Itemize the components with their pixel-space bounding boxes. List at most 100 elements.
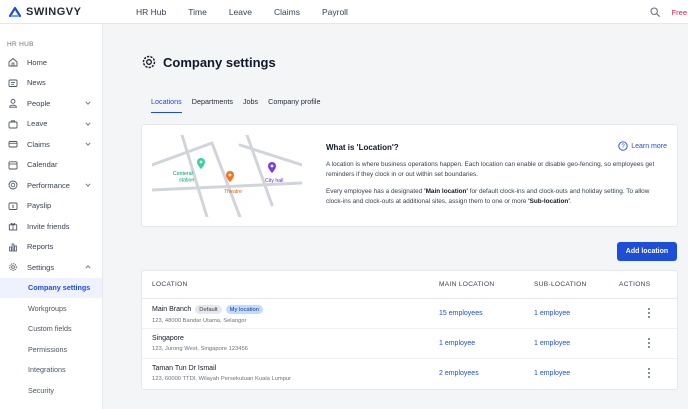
topnav-time[interactable]: Time [188,7,207,17]
map-label-theatre: Theatre [224,189,242,195]
help-circle-icon: ? [618,141,628,151]
sub-location-count-link[interactable]: 1 employee [534,370,570,377]
claims-icon [8,141,18,148]
map-label-cityhall: City hall [265,178,283,184]
sidebar-sub-label: Permissions [28,344,68,354]
search-icon[interactable] [650,7,660,17]
sidebar-sub-label: Workgroups [28,303,67,313]
topnav-claims[interactable]: Claims [274,7,300,17]
sidebar-item-people[interactable]: People [0,93,102,114]
sidebar-item-label: Performance [27,180,70,190]
para2-main-location: 'Main location' [424,188,468,195]
table-header: LOCATION MAIN LOCATION SUB-LOCATION ACTI… [142,271,677,299]
para2-pre: Every employee has a designated [326,188,425,195]
default-badge: Default [195,305,222,314]
briefcase-icon [8,120,18,129]
gift-icon [8,223,18,231]
sidebar-sub-custom-fields[interactable]: Custom fields [0,319,102,340]
map-label-station: Centeral station [173,171,194,184]
add-location-button[interactable]: Add location [617,242,677,261]
main-location-count-link[interactable]: 15 employees [439,310,483,317]
sidebar-sub-workgroups[interactable]: Workgroups [0,298,102,319]
chevron-down-icon[interactable] [85,182,91,188]
more-options-icon[interactable] [645,337,653,349]
more-options-icon[interactable] [645,307,653,319]
sub-location-count-link[interactable]: 1 employee [534,310,570,317]
sidebar-item-settings[interactable]: Settings [0,257,102,278]
topnav-payroll[interactable]: Payroll [322,7,348,17]
location-cell: Main Branch Default My location 123, 480… [152,305,263,324]
sidebar-item-news[interactable]: News [0,73,102,94]
location-info-card: Centeral station Theatre City hall What i… [141,124,678,227]
sidebar-sub-security[interactable]: Security [0,380,102,401]
brand-name: SWINGVY [26,5,82,18]
gear-icon [9,263,17,271]
home-icon [8,58,18,67]
sidebar-item-performance[interactable]: Performance [0,175,102,196]
location-name: Taman Tun Dr Ismail [152,365,217,372]
target-icon [8,180,18,190]
sidebar-item-label: News [27,78,46,88]
locations-table: LOCATION MAIN LOCATION SUB-LOCATION ACTI… [141,270,678,390]
map-label-station-line-2: station [179,178,194,184]
sidebar-item-leave[interactable]: Leave [0,114,102,135]
tab-locations[interactable]: Locations [151,97,182,113]
topnav-hr-hub[interactable]: HR Hub [136,7,166,17]
person-icon [9,99,17,108]
svg-text:?: ? [622,144,626,150]
tab-jobs[interactable]: Jobs [243,97,258,113]
sidebar-item-claims[interactable]: Claims [0,134,102,155]
tab-bar: Locations Departments Jobs Company profi… [151,97,330,113]
swingvy-logo[interactable]: SWINGVY [8,5,118,19]
chevron-down-icon[interactable] [85,100,91,106]
sidebar-heading: HR HUB [7,41,34,48]
chevron-up-icon[interactable] [85,264,91,270]
sidebar-item-reports[interactable]: Reports [0,237,102,258]
sidebar-sub-permissions[interactable]: Permissions [0,339,102,360]
main-location-count-link[interactable]: 2 employees [439,370,479,377]
sidebar-sub-company-settings[interactable]: Company settings [0,277,102,298]
map-illustration: Centeral station Theatre City hall [152,135,302,217]
sidebar-item-label: Claims [27,139,50,149]
sidebar-item-calendar[interactable]: Calendar [0,155,102,176]
sidebar-item-label: Settings [27,262,55,272]
header-actions: ACTIONS [619,281,651,288]
sidebar-sub-integrations[interactable]: Integrations [0,360,102,381]
sidebar-sub-label: Custom fields [28,324,72,334]
sidebar-sub-label: Security [28,385,54,395]
chart-icon [9,243,17,252]
location-address: 123, 60000 TTDI, Wilayah Persekutuan Kua… [152,376,292,382]
tab-departments[interactable]: Departments [192,97,233,113]
table-row[interactable]: Singapore 123, Jurong West, Singapore 12… [142,329,677,359]
chevron-down-icon[interactable] [85,141,91,147]
sidebar-item-label: Reports [27,242,54,252]
sidebar-sub-label: Integrations [28,365,66,375]
page-header: Company settings [141,54,276,70]
sidebar-item-payslip[interactable]: $ Payslip [0,196,102,217]
main-location-count-link[interactable]: 1 employee [439,340,475,347]
sidebar-item-home[interactable]: Home [0,52,102,73]
table-row[interactable]: Main Branch Default My location 123, 480… [142,299,677,329]
info-description: A location is where business operations … [326,160,656,214]
sidebar: HR HUB Home News People Leave Claims Cal… [0,24,103,409]
map-label-station-line-1: Centeral [173,171,193,177]
table-row[interactable]: Taman Tun Dr Ismail 123, 60000 TTDI, Wil… [142,359,677,389]
sidebar-item-invite-friends[interactable]: Invite friends [0,216,102,237]
learn-more-link[interactable]: ? Learn more [618,141,667,151]
tab-company-profile[interactable]: Company profile [268,97,320,113]
plan-badge[interactable]: Free [672,8,687,17]
top-nav: HR Hub Time Leave Claims Payroll [136,7,370,17]
topnav-leave[interactable]: Leave [229,7,252,17]
sub-location-count-link[interactable]: 1 employee [534,340,570,347]
more-options-icon[interactable] [645,367,653,379]
para2-end: . [569,198,572,205]
calendar-icon [8,161,18,170]
my-location-badge: My location [225,305,263,314]
location-cell: Singapore 123, Jurong West, Singapore 12… [152,335,248,352]
location-name-wrap: Taman Tun Dr Ismail [152,365,291,372]
info-paragraph-1: A location is where business operations … [326,161,655,178]
chevron-down-icon[interactable] [85,121,91,127]
para2-sub-location: 'Sub-location' [528,198,570,205]
location-name: Main Branch [152,306,192,313]
sidebar-item-label: Invite friends [27,221,70,231]
